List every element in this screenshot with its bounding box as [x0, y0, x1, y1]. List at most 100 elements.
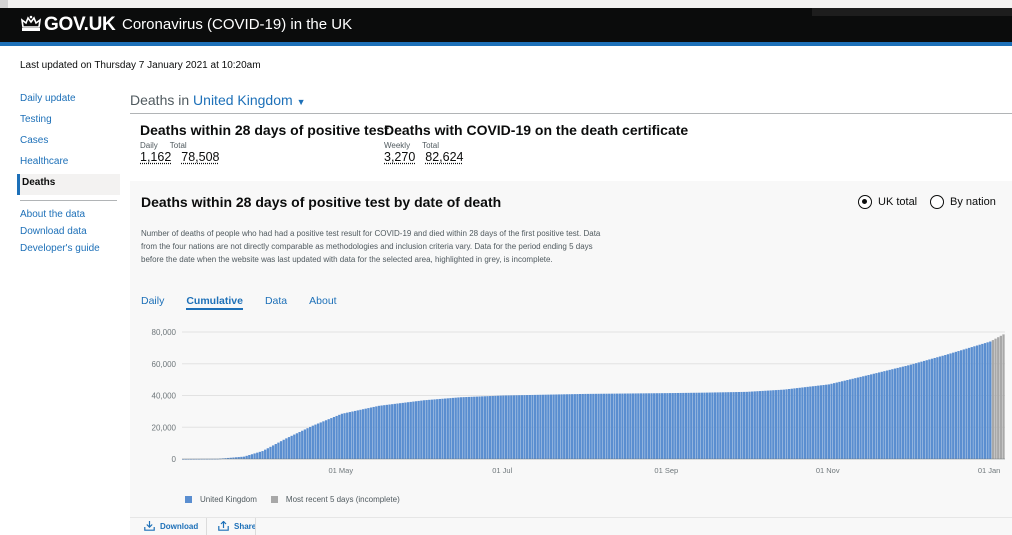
bar — [743, 391, 746, 459]
bar — [375, 406, 378, 459]
bar — [338, 414, 341, 459]
y-tick-label: 60,000 — [152, 360, 177, 369]
tab-about[interactable]: About — [309, 295, 336, 310]
sidebar-item-download-data[interactable]: Download data — [20, 224, 120, 241]
bar — [391, 404, 394, 459]
bar — [264, 449, 267, 459]
card-footer: Download Share — [130, 517, 1012, 535]
bar — [729, 392, 733, 459]
bar — [764, 390, 767, 459]
bar — [335, 415, 338, 459]
cumulative-deaths-chart: 80,000 60,000 40,000 20,000 0 01 May 01 Jul 01 … — [152, 328, 1005, 475]
bar — [952, 352, 955, 459]
bar — [531, 394, 534, 459]
service-name[interactable]: Coronavirus (COVID-19) in the UK — [122, 16, 352, 33]
tab-daily[interactable]: Daily — [141, 295, 164, 310]
bar — [827, 384, 830, 459]
sidebar-item-testing[interactable]: Testing — [20, 111, 120, 132]
download-button[interactable]: Download — [144, 521, 198, 531]
bar — [507, 395, 510, 459]
bar — [306, 428, 309, 459]
bar — [695, 392, 698, 459]
crown-icon[interactable] — [20, 14, 42, 34]
bar — [679, 392, 682, 459]
sidebar-item-about-data[interactable]: About the data — [20, 207, 120, 224]
y-tick-label: 40,000 — [152, 392, 177, 401]
bar — [634, 393, 637, 459]
bar — [330, 418, 333, 459]
legend-label: United Kingdom — [200, 495, 257, 504]
radio-by-nation[interactable]: By nation — [930, 195, 996, 209]
bar — [946, 354, 950, 459]
bar — [581, 393, 584, 459]
bar — [496, 395, 500, 459]
headline-value-total[interactable]: 78,508 — [181, 150, 219, 164]
bar — [692, 392, 696, 459]
bar — [758, 391, 762, 459]
bar — [893, 368, 897, 459]
bar — [309, 426, 312, 459]
bar-incomplete — [1002, 334, 1005, 459]
headline-values: 3,270 82,624 — [384, 150, 688, 164]
bar — [518, 395, 521, 459]
tab-cumulative[interactable]: Cumulative — [186, 295, 243, 310]
bar — [412, 401, 415, 459]
headline-value-daily[interactable]: 1,162 — [140, 150, 171, 164]
bar — [547, 394, 550, 459]
y-tick-label: 20,000 — [152, 423, 177, 432]
sidebar-item-cases[interactable]: Cases — [20, 132, 120, 153]
bar — [880, 371, 883, 459]
sidebar-item-developers-guide[interactable]: Developer's guide — [20, 241, 120, 258]
bar — [367, 408, 370, 459]
bar — [864, 375, 868, 459]
bar — [592, 393, 595, 459]
radio-uk-total[interactable]: UK total — [858, 195, 917, 209]
bar — [885, 370, 889, 459]
headline-value-total[interactable]: 82,624 — [425, 150, 463, 164]
bar — [708, 392, 711, 459]
bar — [568, 394, 571, 459]
location-dropdown[interactable]: United Kingdom ▼ — [193, 92, 305, 108]
download-icon — [144, 521, 155, 531]
bar — [436, 399, 439, 459]
bar — [981, 343, 984, 459]
bar — [925, 360, 928, 459]
bar — [303, 429, 307, 459]
bar — [277, 442, 280, 459]
bar — [287, 437, 291, 459]
bar — [523, 395, 526, 459]
bar — [859, 376, 862, 459]
bar — [372, 406, 375, 459]
tab-data[interactable]: Data — [265, 295, 287, 310]
govuk-logo[interactable]: GOV.UK — [44, 14, 116, 36]
headline-value-weekly[interactable]: 3,270 — [384, 150, 415, 164]
bar — [332, 417, 336, 459]
bar — [642, 393, 645, 459]
bar — [504, 395, 508, 459]
header-right-shade — [812, 8, 1012, 16]
headline-title: Deaths with COVID-19 on the death certif… — [384, 122, 689, 138]
sidebar-item-daily-update[interactable]: Daily update — [20, 90, 120, 111]
bar — [698, 392, 701, 459]
bar — [520, 395, 524, 459]
sidebar-item-deaths[interactable]: Deaths — [17, 174, 120, 195]
share-button[interactable]: Share — [218, 521, 256, 531]
bar — [266, 448, 269, 459]
bar — [626, 393, 629, 459]
bar — [478, 396, 481, 459]
bar — [541, 394, 545, 459]
bar — [756, 391, 759, 459]
sidebar-item-healthcare[interactable]: Healthcare — [20, 153, 120, 174]
bar — [549, 394, 553, 459]
bar — [817, 385, 820, 459]
bar — [835, 382, 838, 459]
bar — [491, 395, 494, 459]
chart-description: Number of deaths of people who had had a… — [141, 229, 601, 264]
bar — [975, 345, 979, 459]
bar — [904, 365, 907, 459]
bar — [348, 412, 352, 459]
bar — [301, 430, 304, 459]
bar — [983, 343, 987, 459]
headline-title: Deaths within 28 days of positive test — [140, 122, 389, 138]
chart-tabs: Daily Cumulative Data About — [141, 295, 337, 310]
